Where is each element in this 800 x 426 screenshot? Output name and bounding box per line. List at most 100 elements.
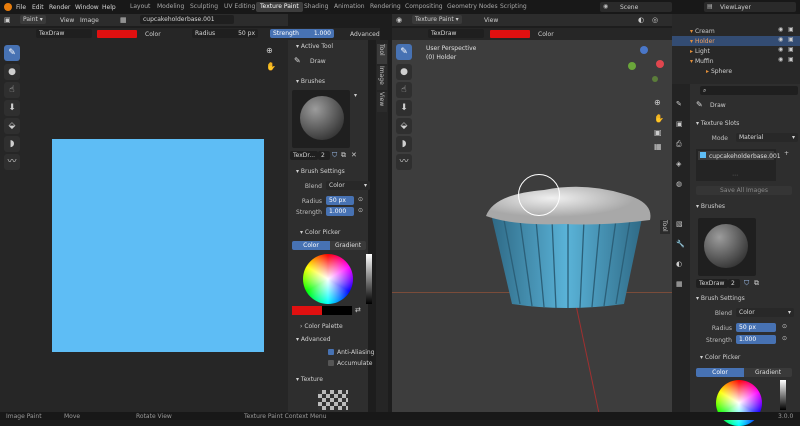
advanced-header[interactable]: ▾ Advanced xyxy=(296,336,331,343)
blender-logo-icon[interactable] xyxy=(4,3,12,11)
rp-color-tab[interactable]: Color xyxy=(696,368,744,377)
rp-brush-users[interactable]: 2 xyxy=(728,279,740,288)
rp-brush-name-field[interactable]: TexDraw xyxy=(696,279,728,288)
scene-properties-icon[interactable]: ◈ xyxy=(676,160,681,168)
tab-rendering[interactable]: Rendering xyxy=(366,2,405,12)
tab-scripting[interactable]: Scripting xyxy=(496,2,531,12)
render-camera-icon[interactable]: ▣ xyxy=(788,36,794,43)
gradient-tab[interactable]: Gradient xyxy=(330,241,366,250)
advanced-dropdown[interactable]: Advanced xyxy=(350,31,380,38)
menu-file[interactable]: File xyxy=(16,4,26,11)
vp-ortho-grid-icon[interactable]: ▦ xyxy=(654,142,662,151)
menu-edit[interactable]: Edit xyxy=(32,4,44,11)
viewport-mode-dropdown[interactable]: Texture Paint ▾ xyxy=(412,15,462,24)
modifier-properties-icon[interactable]: 🔧 xyxy=(676,240,685,248)
secondary-color-swatch[interactable] xyxy=(322,306,352,315)
vp-clone-tool-icon[interactable]: ⬇ xyxy=(396,100,412,116)
material-properties-icon[interactable]: ◐ xyxy=(676,260,682,268)
vp-pan-hand-icon[interactable]: ✋ xyxy=(654,114,664,123)
viewport-menu-view[interactable]: View xyxy=(484,17,498,24)
texture-slot-item[interactable]: cupcakeholderbase.001 xyxy=(698,151,781,160)
rp-strength-value-field[interactable]: 1.000 xyxy=(736,335,776,344)
swap-colors-icon[interactable]: ⇄ xyxy=(355,306,361,314)
tab-view[interactable]: View xyxy=(377,92,387,112)
rp-gradient-tab[interactable]: Gradient xyxy=(744,368,792,377)
render-camera-icon[interactable]: ▣ xyxy=(788,26,794,33)
render-camera-icon[interactable]: ▣ xyxy=(788,56,794,63)
zoom-icon[interactable]: ⊕ xyxy=(266,46,273,55)
brush-preview[interactable] xyxy=(292,90,350,148)
current-color-swatch[interactable] xyxy=(292,306,322,315)
active-tool-header[interactable]: ▾ Active Tool xyxy=(296,43,333,50)
tab-compositing[interactable]: Compositing xyxy=(401,2,447,12)
menu-help[interactable]: Help xyxy=(102,4,116,11)
fill-tool-icon[interactable]: ⬙ xyxy=(4,118,20,134)
brush-list-chevron-icon[interactable]: ▾ xyxy=(354,92,357,99)
smear-tool-icon[interactable]: ☝ xyxy=(4,82,20,98)
color-tab[interactable]: Color xyxy=(292,241,330,250)
image-browse-icon[interactable]: ▦ xyxy=(120,16,127,24)
texture-header[interactable]: ▾ Texture xyxy=(296,376,323,383)
image-name-field[interactable]: cupcakeholderbase.001 xyxy=(140,15,234,24)
rp-value-slider[interactable] xyxy=(780,380,786,410)
mode-dropdown[interactable]: Paint ▾ xyxy=(20,15,46,24)
viewport-brush-field[interactable]: TexDraw xyxy=(428,29,484,38)
blend-dropdown[interactable]: Color ▾ xyxy=(326,181,370,190)
object-properties-icon[interactable]: ▧ xyxy=(676,220,683,228)
menu-render[interactable]: Render xyxy=(49,4,70,11)
properties-search-input[interactable]: ⌕ xyxy=(700,86,798,95)
rp-duplicate-brush-icon[interactable]: ⧉ xyxy=(754,279,759,288)
tab-animation[interactable]: Animation xyxy=(330,2,369,12)
viewport-editor-type-icon[interactable]: ◉ xyxy=(396,16,402,24)
tab-sculpting[interactable]: Sculpting xyxy=(186,2,222,12)
scene-selector[interactable]: ◉ Scene xyxy=(600,2,672,12)
color-picker-header[interactable]: ▾ Color Picker xyxy=(300,229,340,236)
tab-image[interactable]: Image xyxy=(377,66,387,90)
draw-tool-icon[interactable]: ✎ xyxy=(4,45,20,61)
vp-camera-icon[interactable]: ▣ xyxy=(654,128,662,137)
rp-brush-preview[interactable] xyxy=(698,218,756,276)
visibility-eye-icon[interactable]: ◉ xyxy=(778,36,783,43)
tab-shading[interactable]: Shading xyxy=(300,2,332,12)
menu-view[interactable]: View xyxy=(60,17,74,24)
radius-pressure-icon[interactable]: ⊙ xyxy=(358,196,363,203)
outliner-row-sphere[interactable]: ▸ Sphere xyxy=(672,66,800,76)
viewport-color-swatch[interactable] xyxy=(490,30,530,38)
viewport-overlay-icon[interactable]: ◎ xyxy=(652,16,658,24)
brush-settings-header[interactable]: ▾ Brush Settings xyxy=(296,168,345,175)
mask-tool-icon[interactable]: ◗ xyxy=(4,136,20,152)
color-swatch[interactable] xyxy=(97,30,137,38)
annotate-tool-icon[interactable]: 〰 xyxy=(4,154,20,170)
texture-canvas[interactable] xyxy=(52,139,264,352)
tab-tool[interactable]: Tool xyxy=(377,44,387,64)
strength-value-field[interactable]: 1.000 xyxy=(326,207,354,216)
tab-modeling[interactable]: Modeling xyxy=(153,2,188,12)
color-label[interactable]: Color xyxy=(145,31,161,38)
tab-uv-editing[interactable]: UV Editing xyxy=(220,2,259,12)
unlink-brush-icon[interactable]: ✕ xyxy=(351,151,357,159)
radius-field[interactable]: Radius 50 px xyxy=(192,29,258,38)
visibility-eye-icon[interactable]: ◉ xyxy=(778,26,783,33)
vp-soften-tool-icon[interactable]: ● xyxy=(396,64,412,80)
viewport-shading-icon[interactable]: ◐ xyxy=(638,16,644,24)
cupcake-model[interactable] xyxy=(484,180,654,312)
tab-texture-paint[interactable]: Texture Paint xyxy=(256,2,303,12)
texture-slots-header[interactable]: ▾ Texture Slots xyxy=(696,120,739,127)
vp-fill-tool-icon[interactable]: ⬙ xyxy=(396,118,412,134)
nav-gizmo[interactable] xyxy=(624,46,664,86)
menu-image[interactable]: Image xyxy=(80,17,99,24)
world-properties-icon[interactable]: ◍ xyxy=(676,180,682,188)
soften-tool-icon[interactable]: ● xyxy=(4,64,20,80)
fake-user-shield-icon[interactable]: ⛉ xyxy=(332,151,337,160)
tool-properties-icon[interactable]: ✎ xyxy=(676,100,682,108)
rp-blend-dropdown[interactable]: Color ▾ xyxy=(736,308,794,317)
save-all-images-button[interactable]: Save All Images xyxy=(696,186,792,195)
color-wheel[interactable] xyxy=(303,254,353,304)
texture-preview[interactable] xyxy=(318,390,348,410)
rp-radius-value-field[interactable]: 50 px xyxy=(736,323,776,332)
vp-annotate-tool-icon[interactable]: 〰 xyxy=(396,154,412,170)
view-layer-selector[interactable]: ▤ ViewLayer xyxy=(704,2,796,12)
viewport-color-label[interactable]: Color xyxy=(538,31,554,38)
brushes-header[interactable]: ▾ Brushes xyxy=(296,78,325,85)
render-properties-icon[interactable]: ▣ xyxy=(676,120,683,128)
